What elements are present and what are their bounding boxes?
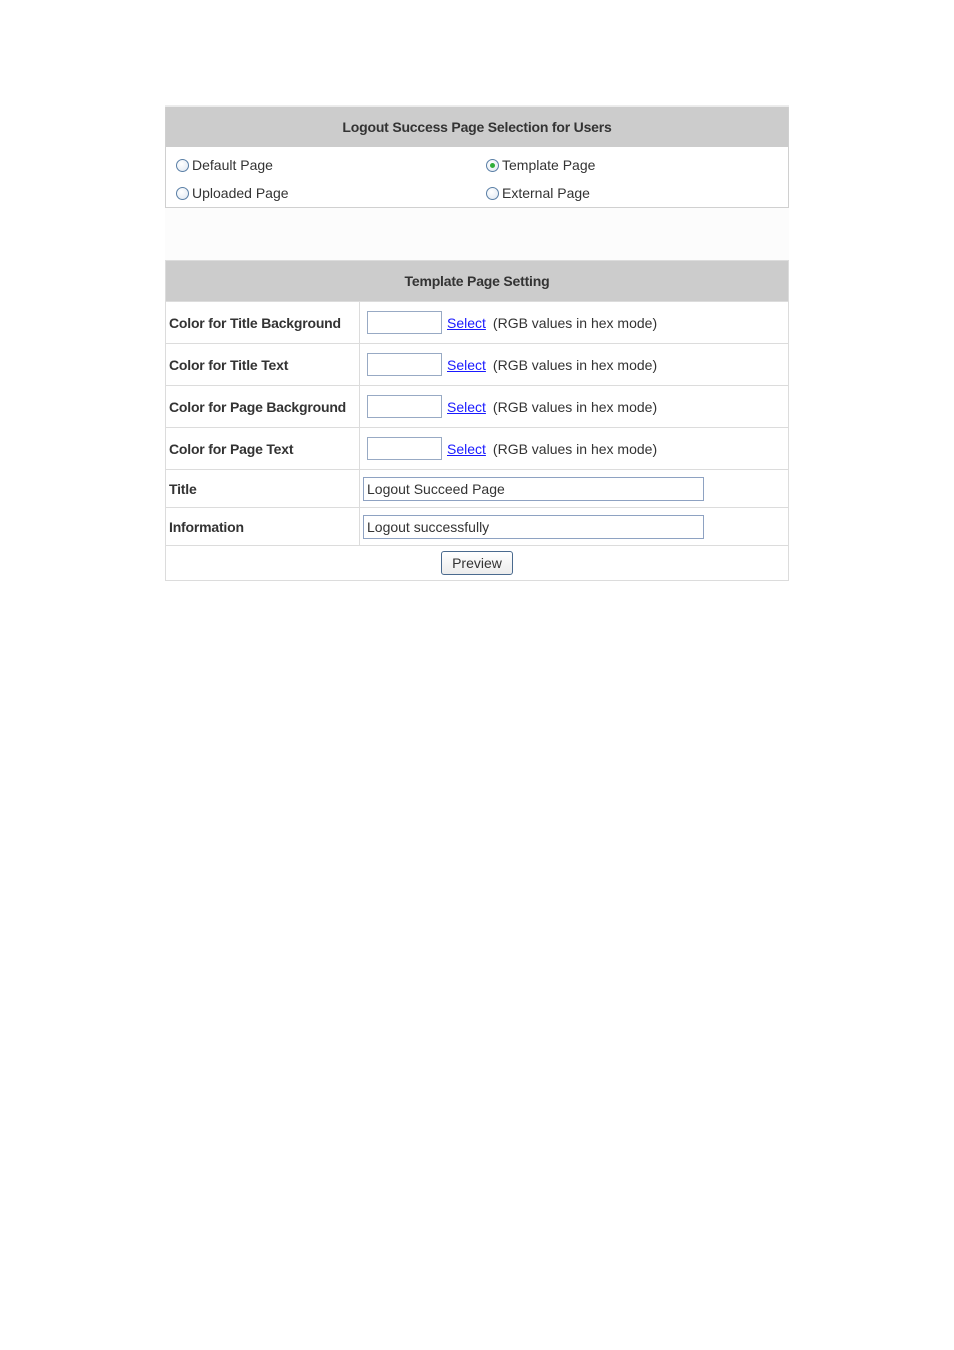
radio-label-uploaded-page: Uploaded Page [192, 185, 289, 201]
select-color-link[interactable]: Select [447, 315, 486, 331]
radio-option-default-page[interactable]: Default Page [176, 157, 476, 173]
radio-selected-dot [490, 162, 495, 168]
radio-label-external-page: External Page [502, 185, 590, 201]
logout-page-selection-table: Logout Success Page Selection for Users … [165, 105, 789, 208]
title-background-color-input[interactable] [367, 311, 442, 334]
radio-button-selected-icon[interactable] [486, 158, 499, 172]
preview-button[interactable]: Preview [441, 551, 513, 575]
color-row-title-text: Color for Title Text Select (RGB values … [165, 343, 789, 386]
information-label: Information [165, 507, 360, 546]
hex-hint: (RGB values in hex mode) [492, 398, 658, 415]
title-row: Title [165, 469, 789, 508]
radio-option-external-page[interactable]: External Page [486, 185, 788, 201]
select-color-link[interactable]: Select [447, 441, 486, 457]
color-row-title-background: Color for Title Background Select (RGB v… [165, 301, 789, 344]
radio-button-unselected-icon[interactable] [176, 186, 189, 200]
hex-hint: (RGB values in hex mode) [492, 356, 658, 373]
radio-button-unselected-icon[interactable] [176, 158, 189, 172]
selection-panel-title: Logout Success Page Selection for Users [165, 105, 789, 147]
radio-label-template-page: Template Page [502, 157, 596, 173]
title-label: Title [165, 469, 360, 508]
field-label: Color for Page Background [165, 385, 360, 428]
field-label: Color for Page Text [165, 427, 360, 470]
field-label: Color for Title Background [165, 301, 360, 344]
color-row-page-background: Color for Page Background Select (RGB va… [165, 385, 789, 428]
template-panel-title: Template Page Setting [165, 260, 789, 302]
title-text-color-input[interactable] [367, 353, 442, 376]
template-page-setting-table: Template Page Setting Color for Title Ba… [165, 260, 789, 581]
radio-option-uploaded-page[interactable]: Uploaded Page [176, 185, 476, 201]
radio-option-template-page[interactable]: Template Page [486, 157, 788, 173]
page-text-color-input[interactable] [367, 437, 442, 460]
page-background-color-input[interactable] [367, 395, 442, 418]
radio-label-default-page: Default Page [192, 157, 273, 173]
select-color-link[interactable]: Select [447, 399, 486, 415]
select-color-link[interactable]: Select [447, 357, 486, 373]
information-input[interactable] [363, 514, 704, 539]
hex-hint: (RGB values in hex mode) [492, 440, 658, 457]
radio-button-unselected-icon[interactable] [486, 186, 499, 200]
title-input[interactable] [363, 476, 704, 501]
field-label: Color for Title Text [165, 343, 360, 386]
color-row-page-text: Color for Page Text Select (RGB values i… [165, 427, 789, 470]
hex-hint: (RGB values in hex mode) [492, 314, 658, 331]
information-row: Information [165, 507, 789, 546]
